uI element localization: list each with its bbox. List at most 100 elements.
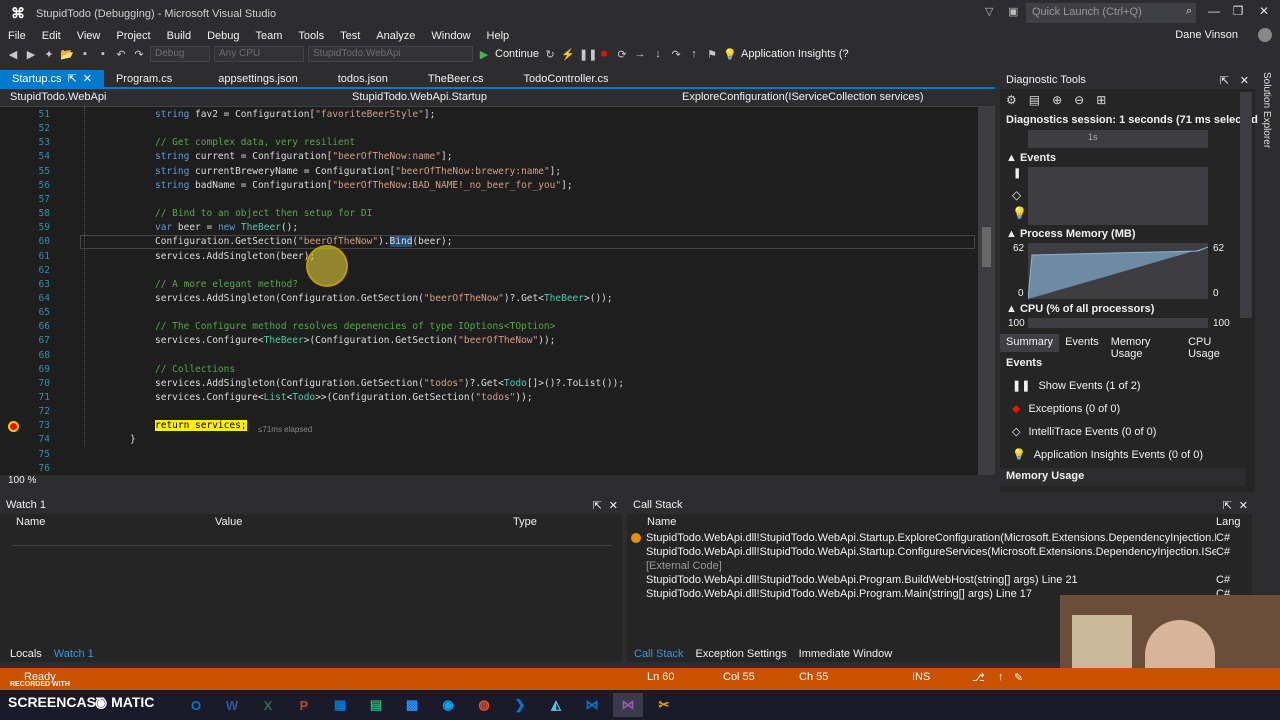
menu-tools[interactable]: Tools [290,30,332,42]
show-events-link[interactable]: ❚❚ Show Events (1 of 2) [1012,379,1141,393]
menu-help[interactable]: Help [479,30,518,42]
menu-test[interactable]: Test [332,30,368,42]
code-line[interactable]: string currentBreweryName = Configuratio… [155,166,561,177]
stack-frame[interactable]: StupidTodo.WebApi.dll!StupidTodo.WebApi.… [646,574,1216,586]
breakpoint-current-icon[interactable] [8,421,19,432]
editor-vertical-scrollbar[interactable] [978,107,995,475]
code-line[interactable]: string badName = Configuration["beerOfTh… [155,180,573,191]
show-next-statement-icon[interactable]: → [633,48,647,60]
snipping-tool-icon[interactable]: ✂ [649,693,679,717]
watch-empty-row[interactable] [12,532,612,546]
pending-changes-icon[interactable]: ✎ [1014,671,1023,684]
memory-section-title[interactable]: ▲ Process Memory (MB) [1006,228,1136,240]
intellitrace-link[interactable]: ◇ IntelliTrace Events (0 of 0) [1012,425,1156,439]
code-line[interactable]: string current = Configuration["beerOfTh… [155,151,452,162]
tab-watch-1[interactable]: Watch 1 [54,648,94,662]
tab-exception-settings[interactable]: Exception Settings [696,648,787,662]
events-section-title[interactable]: ▲ Events [1006,152,1056,164]
menu-edit[interactable]: Edit [34,30,69,42]
continue-icon[interactable]: ▶ [477,48,491,61]
tab-program-cs[interactable]: Program.cs [104,70,184,87]
tab-startup-cs[interactable]: Startup.cs ⇱ ✕ [0,70,104,87]
menu-project[interactable]: Project [108,30,158,42]
select-tools-icon[interactable]: ▤ [1029,93,1040,107]
tab-appsettings-json[interactable]: appsettings.json [206,70,310,87]
maximize-button[interactable]: ❐ [1228,4,1248,18]
notepad-icon[interactable]: ▤ [361,693,391,717]
code-line[interactable]: // The Configure method resolves depenen… [155,321,555,332]
powerpoint-icon[interactable]: P [289,693,319,717]
watch-col-value[interactable]: Value [215,516,242,528]
open-file-icon[interactable]: 📂 [60,48,74,61]
tab-summary[interactable]: Summary [1000,334,1060,352]
code-line[interactable]: return services; [155,420,247,432]
class-dropdown[interactable]: StupidTodo.WebApi.Startup [352,91,662,106]
app-insights-events-link[interactable]: 💡 Application Insights Events (0 of 0) [1012,448,1203,462]
code-line[interactable]: // A more elegant method? [155,279,298,290]
code-line[interactable]: services.AddSingleton(Configuration.GetS… [155,378,624,389]
stack-frame-external[interactable]: [External Code] [646,560,1216,572]
minimize-button[interactable]: — [1204,4,1224,18]
filter-icon[interactable]: ▽ [985,5,993,18]
forward-icon[interactable]: ▶ [24,48,38,61]
menu-view[interactable]: View [69,30,109,42]
tab-todocontroller-cs[interactable]: TodoController.cs [512,70,621,87]
cpu-section-title[interactable]: ▲ CPU (% of all processors) [1006,303,1154,315]
powershell-icon[interactable]: ❯ [505,693,535,717]
word-icon[interactable]: W [217,693,247,717]
diag-scrollbar[interactable] [1240,92,1252,318]
avatar[interactable] [1258,28,1272,42]
pin-icon[interactable]: ⇱ [593,499,602,512]
refresh-icon[interactable]: ↻ [543,48,557,61]
stop-icon[interactable]: ■ [597,48,611,60]
azure-icon[interactable]: ◭ [541,693,571,717]
menu-debug[interactable]: Debug [199,30,247,42]
redo-icon[interactable]: ↷ [132,48,146,61]
menu-build[interactable]: Build [159,30,199,42]
restart-icon[interactable]: ⟳ [615,48,629,61]
settings-gear-icon[interactable]: ⚙ [1006,93,1017,107]
cs-col-name[interactable]: Name [647,516,676,528]
code-line[interactable]: // Get complex data, very resilient [155,137,355,148]
tab-call-stack[interactable]: Call Stack [634,648,684,662]
close-tab-icon[interactable]: ✕ [83,72,92,85]
pin-icon[interactable]: ⇱ [1220,74,1229,87]
step-over-icon[interactable]: ↷ [669,48,683,61]
visual-studio-icon[interactable]: ⋈ [613,693,643,717]
source-control-icon[interactable]: ⎇ [972,671,985,684]
tab-thebeer-cs[interactable]: TheBeer.cs [416,70,496,87]
code-editor[interactable]: 51 52 53 54 55 56 57 58 59 60 61 62 63 64 65 66 67 68 69 70… [0,107,978,475]
zoom-in-icon[interactable]: ⊕ [1052,93,1062,107]
tab-memory-usage[interactable]: Memory Usage [1105,334,1182,360]
push-icon[interactable]: ↑ [998,671,1004,683]
close-panel-icon[interactable]: ✕ [609,499,618,512]
postman-icon[interactable]: ◍ [469,693,499,717]
solution-explorer-side-tab[interactable]: Solution Explorer [1258,72,1272,152]
app-insights-icon[interactable]: 💡 [723,48,737,61]
watch-col-name[interactable]: Name [16,516,45,528]
project-dropdown[interactable]: StupidTodo.WebApi [10,91,330,106]
menu-window[interactable]: Window [423,30,478,42]
menu-team[interactable]: Team [248,30,291,42]
zoom-level[interactable]: 100 % [8,475,36,486]
code-line[interactable]: var beer = new TheBeer(); [155,222,298,233]
code-line[interactable]: // Bind to an object then setup for DI [155,208,372,219]
zoom-out-icon[interactable]: ⊖ [1074,93,1084,107]
code-line[interactable]: // Collections [155,364,235,375]
bookmark-icon[interactable]: ⚑ [705,48,719,61]
windows-store-icon[interactable]: ▦ [325,693,355,717]
tab-immediate-window[interactable]: Immediate Window [799,648,893,662]
hot-reload-icon[interactable]: ⚡ [561,48,575,61]
code-line[interactable]: string fav2 = Configuration["favoriteBee… [155,109,435,120]
quick-launch-input[interactable]: Quick Launch (Ctrl+Q) ⌕ [1026,3,1196,23]
close-window-button[interactable]: ✕ [1254,4,1274,18]
code-line[interactable]: services.AddSingleton(beer); [155,251,315,262]
code-line[interactable]: } [130,434,136,445]
save-all-icon[interactable]: ▪ [96,48,110,60]
undo-icon[interactable]: ↶ [114,48,128,61]
close-panel-icon[interactable]: ✕ [1240,74,1249,87]
member-dropdown[interactable]: ExploreConfiguration(IServiceCollection … [682,91,982,106]
code-line[interactable]: services.Configure<List<Todo>>(Configura… [155,392,533,403]
save-icon[interactable]: ▪ [78,48,92,60]
tab-locals[interactable]: Locals [10,648,42,662]
